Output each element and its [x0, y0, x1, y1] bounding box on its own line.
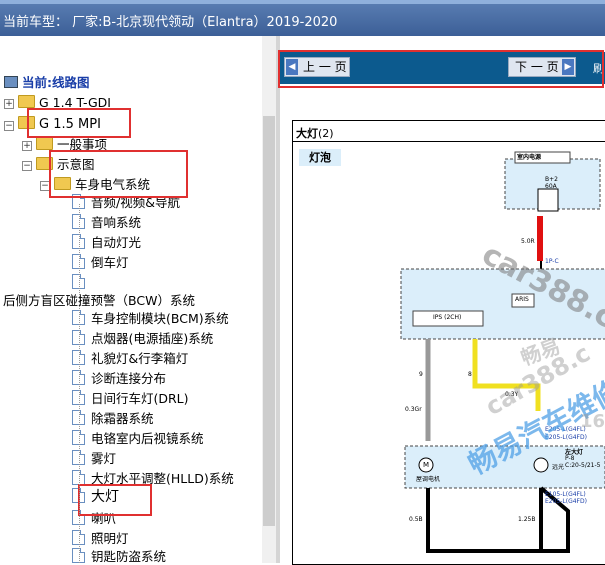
tree-item-empty[interactable] — [72, 274, 91, 292]
aris-label: ARIS — [515, 296, 529, 303]
tree-item-auto-light[interactable]: 自动灯光 — [72, 234, 141, 252]
highlight-box — [78, 484, 152, 516]
highlight-box — [27, 108, 131, 138]
power-box-label: 室内电源 — [517, 154, 542, 161]
ips-label: IPS (2CH) — [433, 314, 462, 321]
tree-item-immobilizer[interactable]: 钥匙防盗系统 — [72, 548, 166, 563]
highbeam-label: 远光 — [552, 464, 565, 471]
tree-item-bcw[interactable]: 后侧方盲区碰撞预警（BCW）系统 — [3, 292, 195, 310]
wire-label: 1.25B — [518, 516, 536, 523]
tree-item-diag[interactable]: 诊断连接分布 — [72, 370, 166, 388]
tree-item-illumination[interactable]: 照明灯 — [72, 530, 129, 548]
tree-root[interactable]: 当前:线路图 — [4, 74, 90, 92]
connector-label: E105-L(G4FL) — [545, 491, 586, 498]
wire-label: 5.0R — [521, 238, 535, 245]
tree-item-reverse-light[interactable]: 倒车灯 — [72, 254, 129, 272]
highlight-box — [49, 150, 188, 198]
expand-icon[interactable]: + — [22, 141, 32, 151]
fuse-amp-label: 60A — [545, 183, 557, 190]
pin-label: 8 — [468, 371, 472, 378]
expand-icon[interactable]: + — [4, 99, 14, 109]
scrollbar-thumb[interactable] — [263, 116, 275, 526]
collapse-icon[interactable]: − — [4, 121, 14, 131]
tree-item-bcm[interactable]: 车身控制模块(BCM)系统 — [72, 310, 229, 328]
folder-icon — [36, 137, 53, 150]
current-model-text: 当前车型： 厂家:B-北京现代领动（Elantra）2019-2020 — [3, 15, 338, 30]
title-bar: 当前车型： 厂家:B-北京现代领动（Elantra）2019-2020 — [0, 0, 605, 36]
lamp-label: P-8 — [565, 455, 575, 462]
motor-label: M — [423, 461, 430, 469]
watermark: 16 — [580, 411, 605, 432]
folder-icon — [18, 95, 35, 108]
connector-label: E205-L(G4FD) — [545, 498, 587, 505]
tree-item-defrost[interactable]: 除霜器系统 — [72, 410, 154, 428]
tree-item-audio[interactable]: 音响系统 — [72, 214, 141, 232]
pin-label: 9 — [419, 371, 423, 378]
tree-item-ecm-mirror[interactable]: 电铬室内后视镜系统 — [72, 430, 204, 448]
tree-line — [79, 204, 80, 563]
wire-label: 0.5B — [409, 516, 423, 523]
tree-item-courtesy[interactable]: 礼貌灯&行李箱灯 — [72, 350, 188, 368]
tree-item-cigar[interactable]: 点烟器(电源插座)系统 — [72, 330, 213, 348]
motor-label: 屋调电机 — [416, 476, 441, 483]
connector-label: 1P-C — [545, 258, 559, 265]
b2-label: B+2 — [545, 176, 558, 183]
tree-item-drl[interactable]: 日间行车灯(DRL) — [72, 390, 189, 408]
wire-label: 0.3Gr — [405, 406, 422, 413]
title-strip — [0, 0, 605, 4]
computer-icon — [4, 76, 18, 88]
lamp-label: C:20-5/21-5 — [565, 462, 601, 469]
collapse-icon[interactable]: − — [22, 161, 32, 171]
tree-panel: 当前:线路图 + G 1.4 T-GDI − G 1.5 MPI + 一般事项 … — [0, 36, 276, 563]
highlight-box — [278, 50, 604, 88]
tree-scrollbar[interactable] — [262, 36, 276, 563]
content-panel: ◀ 上 一 页 下 一 页 ▶ 刷 大灯(2) 灯泡 室内电源 B+2 60A … — [278, 36, 605, 565]
